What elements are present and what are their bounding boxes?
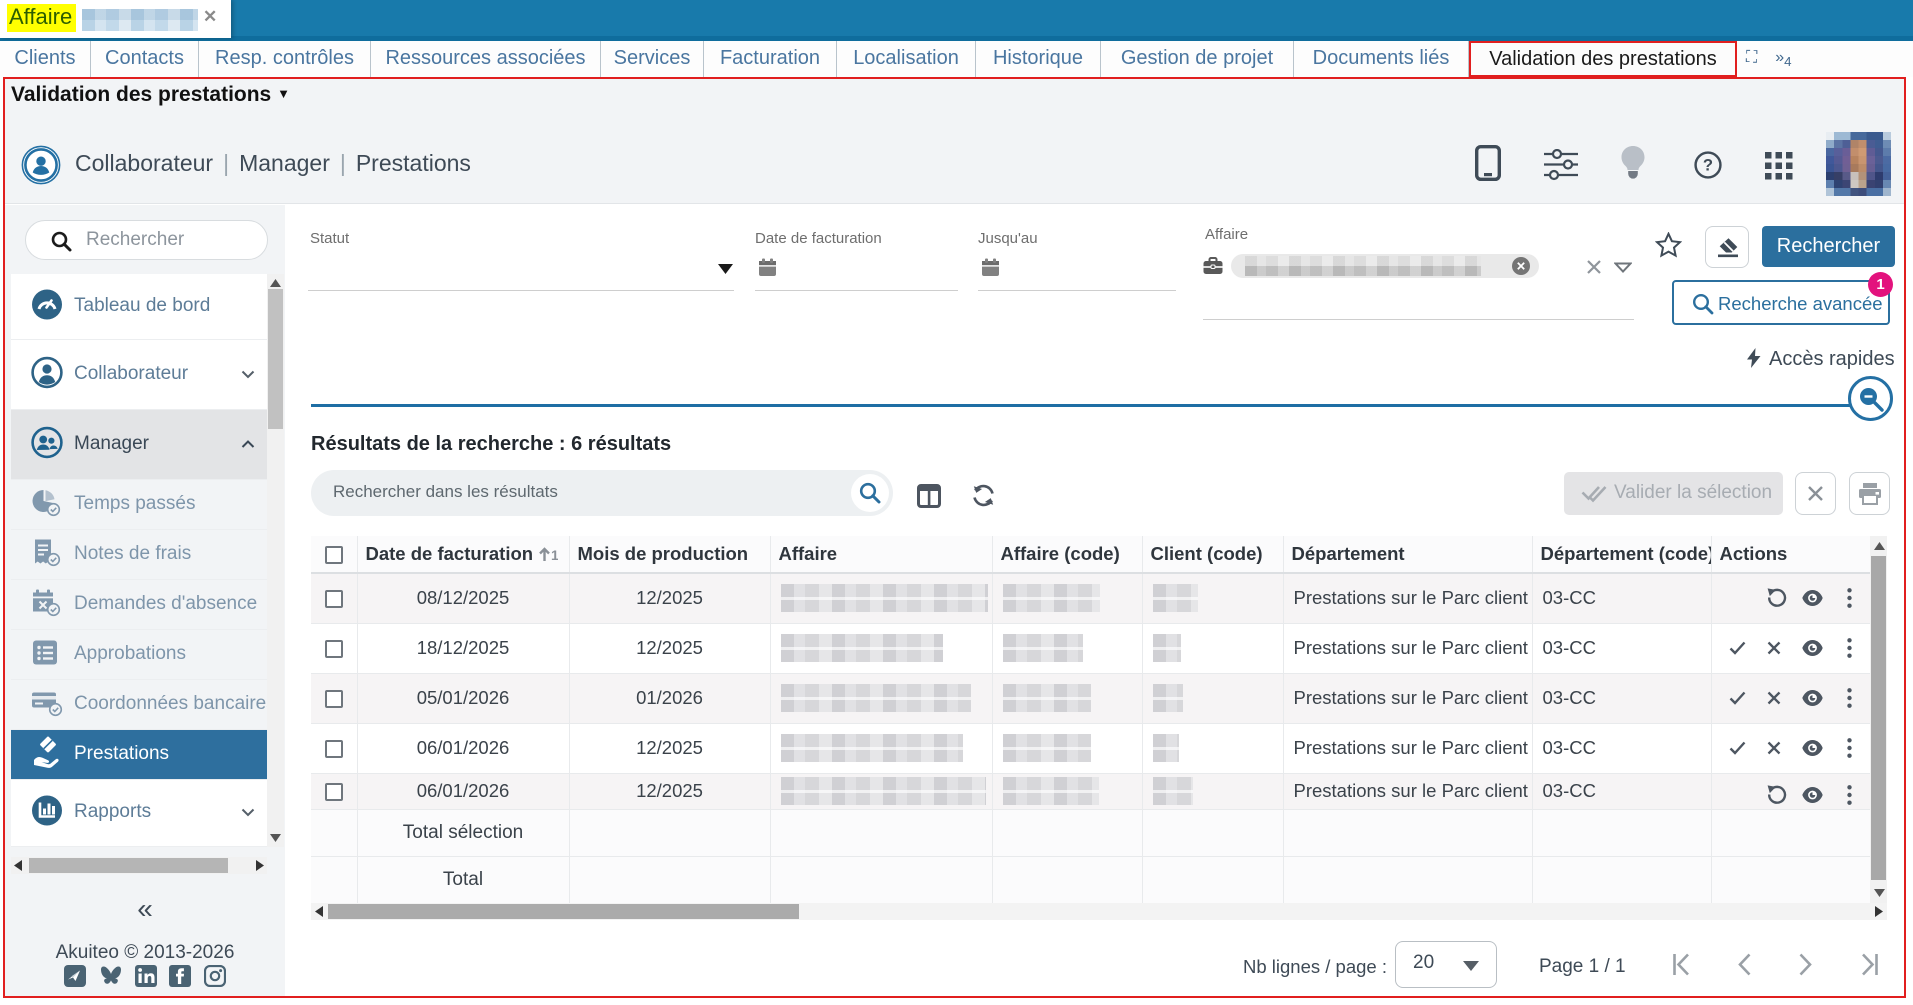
svg-text:?: ?	[1703, 156, 1713, 175]
svg-text:1: 1	[551, 547, 558, 562]
